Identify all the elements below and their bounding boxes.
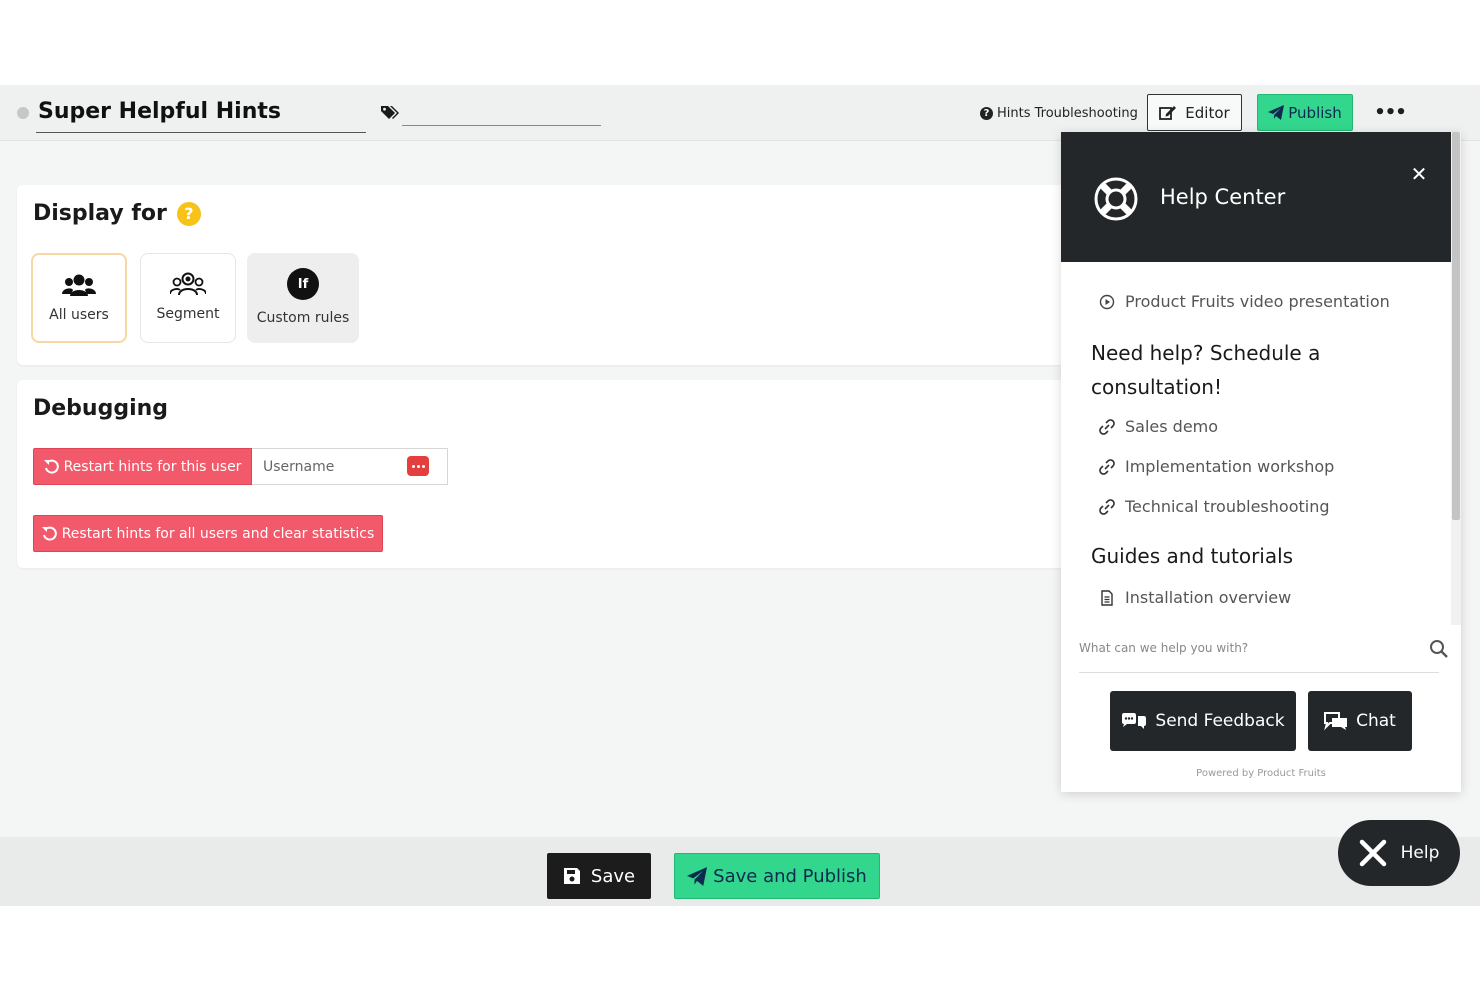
option-all-users[interactable]: All users — [31, 253, 127, 343]
password-manager-icon[interactable] — [407, 456, 429, 476]
option-label: All users — [49, 307, 109, 323]
troubleshooting-label: Hints Troubleshooting — [997, 105, 1138, 121]
floppy-disk-icon — [563, 868, 580, 884]
undo-icon — [43, 459, 59, 474]
save-and-publish-label: Save and Publish — [713, 865, 867, 887]
restart-user-button[interactable]: Restart hints for this user — [33, 448, 252, 485]
editor-button[interactable]: Editor — [1147, 94, 1242, 131]
option-label: Custom rules — [256, 310, 350, 326]
help-scroll-thumb[interactable] — [1452, 132, 1460, 520]
search-icon[interactable] — [1429, 639, 1449, 659]
document-icon — [1101, 589, 1113, 606]
restart-all-label: Restart hints for all users and clear st… — [61, 525, 375, 542]
tags-input[interactable] — [402, 125, 601, 126]
display-for-heading: Display for ? — [33, 201, 201, 226]
chat-button[interactable]: Chat — [1308, 691, 1412, 751]
publish-button[interactable]: Publish — [1257, 94, 1353, 131]
editor-label: Editor — [1185, 103, 1230, 122]
save-label: Save — [590, 865, 636, 887]
help-scrollbar[interactable] — [1451, 132, 1461, 625]
undo-icon — [41, 526, 57, 541]
play-circle-icon — [1099, 294, 1115, 309]
link-icon — [1099, 498, 1115, 515]
help-center-header: Help Center ✕ — [1061, 132, 1451, 262]
link-label: Implementation workshop — [1125, 457, 1335, 476]
segment-users-icon — [170, 272, 206, 296]
guides-heading: Guides and tutorials — [1091, 544, 1294, 568]
sales-demo-link[interactable]: Sales demo — [1099, 417, 1218, 436]
more-options-icon[interactable]: ••• — [1374, 99, 1407, 125]
page-title: Super Helpful Hints — [38, 99, 281, 124]
publish-label: Publish — [1288, 103, 1342, 122]
link-label: Installation overview — [1125, 588, 1292, 607]
help-center-panel: Help Center ✕ Product Fruits video prese… — [1061, 132, 1461, 792]
save-and-publish-button[interactable]: Save and Publish — [674, 853, 880, 899]
title-field[interactable]: Super Helpful Hints — [36, 95, 366, 133]
feedback-bubbles-icon — [1122, 713, 1147, 729]
option-label: Segment — [156, 306, 220, 322]
help-center-title: Help Center — [1160, 185, 1286, 209]
edit-icon — [1159, 105, 1177, 120]
help-search-input[interactable] — [1079, 625, 1409, 671]
paper-plane-icon — [1268, 105, 1285, 120]
save-button[interactable]: Save — [547, 853, 651, 899]
restart-user-label: Restart hints for this user — [63, 458, 242, 475]
restart-all-button[interactable]: Restart hints for all users and clear st… — [33, 515, 383, 552]
installation-overview-link[interactable]: Installation overview — [1099, 588, 1291, 607]
help-toggle-label: Help — [1400, 843, 1440, 863]
help-center-body: Product Fruits video presentation Need h… — [1061, 262, 1451, 625]
bottom-action-bar: Save Save and Publish — [0, 837, 1480, 906]
consultation-heading: Need help? Schedule a consultation! — [1091, 341, 1321, 399]
paper-plane-icon — [687, 866, 708, 886]
debugging-title: Debugging — [33, 396, 169, 421]
chat-bubbles-icon — [1324, 712, 1348, 731]
technical-troubleshooting-link[interactable]: Technical troubleshooting — [1099, 497, 1330, 516]
lifebuoy-icon — [1094, 177, 1138, 221]
display-for-card: Display for ? All users Segment If Custo… — [17, 185, 1117, 365]
help-search-box — [1079, 625, 1448, 673]
help-question-icon[interactable]: ? — [176, 201, 201, 226]
link-icon — [1099, 418, 1115, 435]
video-link-label: Product Fruits video presentation — [1125, 292, 1390, 311]
if-icon: If — [287, 268, 319, 300]
option-custom-rules[interactable]: If Custom rules — [247, 253, 359, 343]
close-icon — [1359, 839, 1386, 867]
chat-label: Chat — [1356, 711, 1396, 731]
send-feedback-label: Send Feedback — [1155, 711, 1285, 731]
powered-by-text: Powered by Product Fruits — [1196, 768, 1326, 779]
debugging-card: Debugging Restart hints for this user Re… — [17, 380, 1117, 568]
link-label: Sales demo — [1125, 417, 1219, 436]
troubleshooting-link[interactable]: ? Hints Troubleshooting — [980, 102, 1138, 124]
users-group-icon — [62, 274, 96, 296]
implementation-workshop-link[interactable]: Implementation workshop — [1099, 457, 1334, 476]
video-presentation-link[interactable]: Product Fruits video presentation — [1099, 292, 1390, 311]
help-toggle-button[interactable]: Help — [1338, 820, 1460, 886]
link-icon — [1099, 458, 1115, 475]
debugging-heading: Debugging — [33, 396, 168, 421]
tags-icon[interactable] — [380, 104, 400, 122]
close-icon[interactable]: ✕ — [1407, 162, 1431, 186]
status-dot — [17, 107, 29, 119]
display-for-title: Display for — [33, 201, 167, 226]
send-feedback-button[interactable]: Send Feedback — [1110, 691, 1296, 751]
link-label: Technical troubleshooting — [1125, 497, 1330, 516]
option-segment[interactable]: Segment — [140, 253, 236, 343]
question-circle-icon: ? — [980, 106, 993, 120]
